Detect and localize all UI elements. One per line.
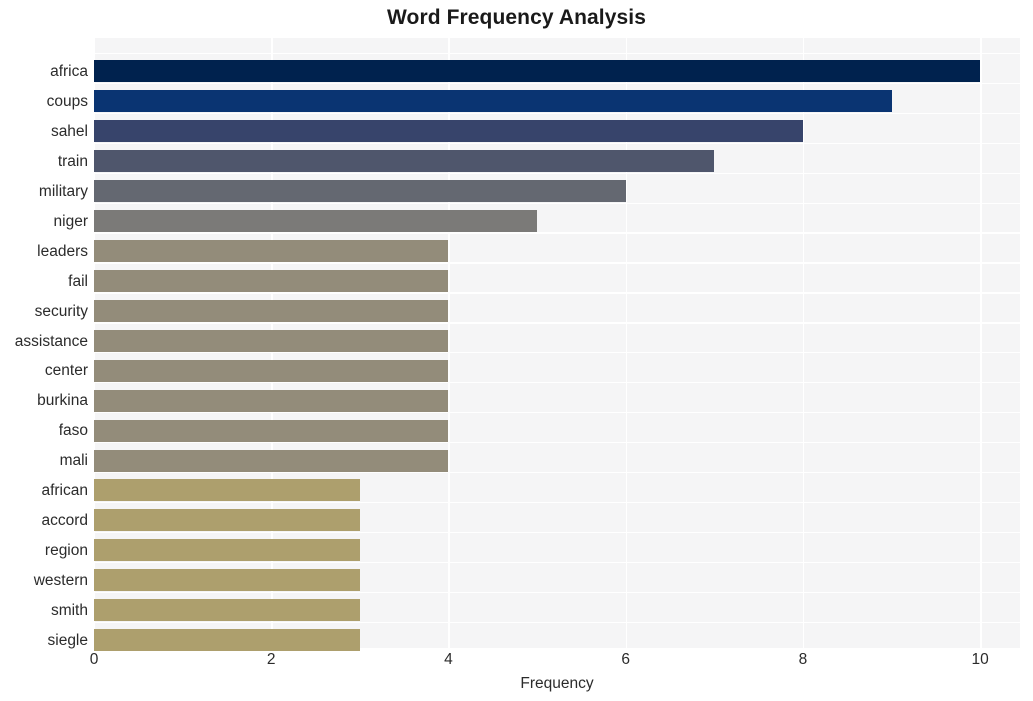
bar-security [94, 299, 449, 322]
bar-western [94, 569, 360, 592]
y-tick-label-faso: faso [58, 422, 88, 440]
bar-military [94, 179, 626, 202]
y-tick-label-african: african [41, 482, 88, 500]
y-tick-label-region: region [44, 542, 88, 560]
bar-row [94, 596, 1020, 625]
y-tick-label-leaders: leaders [37, 242, 88, 260]
x-tick-label-10: 10 [971, 651, 989, 668]
bar-assistance [94, 329, 449, 352]
gridline-y [94, 52, 1020, 54]
bar-row [94, 177, 1020, 206]
x-tick-label-0: 0 [89, 651, 99, 668]
bar-niger [94, 209, 538, 232]
bar-row [94, 626, 1020, 655]
y-tick-label-africa: africa [50, 63, 88, 80]
bar-coups [94, 90, 892, 113]
y-tick-label-fail: fail [68, 272, 88, 290]
bar-row [94, 386, 1020, 415]
bar-smith [94, 599, 360, 622]
y-tick-label-smith: smith [50, 602, 88, 620]
y-tick-label-train: train [57, 152, 88, 170]
y-tick-label-accord: accord [41, 512, 88, 530]
chart-title: Word Frequency Analysis [386, 6, 647, 29]
y-tick-label-sahel: sahel [50, 122, 88, 140]
y-tick-label-security: security [34, 302, 88, 320]
bar-mali [94, 449, 449, 472]
bar-row [94, 117, 1020, 146]
bar-row [94, 297, 1020, 326]
bar-row [94, 416, 1020, 445]
bar-african [94, 479, 360, 502]
y-tick-label-assistance: assistance [14, 332, 88, 350]
bar-fail [94, 269, 449, 292]
bar-leaders [94, 239, 449, 262]
bar-row [94, 267, 1020, 296]
bar-row [94, 147, 1020, 176]
y-tick-label-niger: niger [53, 212, 88, 230]
bar-row [94, 536, 1020, 565]
bar-row [94, 476, 1020, 505]
bar-region [94, 539, 360, 562]
bar-faso [94, 419, 449, 442]
bar-row [94, 207, 1020, 236]
bar-accord [94, 509, 360, 532]
y-tick-label-coups: coups [46, 92, 88, 110]
y-tick-label-burkina: burkina [37, 392, 88, 410]
y-tick-label-siegle: siegle [47, 632, 89, 649]
word-frequency-chart: Word Frequency Analysis africa coups sahel… [0, 0, 1033, 701]
bar-row [94, 87, 1020, 116]
y-tick-label-western: western [33, 572, 88, 590]
bar-sahel [94, 120, 803, 143]
y-tick-label-mali: mali [59, 452, 88, 470]
y-tick-label-military: military [38, 182, 88, 200]
bar-burkina [94, 389, 449, 412]
bar-siegle [94, 629, 360, 652]
x-tick-label-2: 2 [266, 651, 276, 668]
x-tick-label-8: 8 [798, 651, 808, 668]
bar-row [94, 237, 1020, 266]
bar-africa [94, 60, 981, 83]
plot-area [94, 38, 1020, 652]
bar-center [94, 359, 449, 382]
bar-row [94, 506, 1020, 535]
x-axis-label: Frequency [520, 675, 594, 692]
bar-train [94, 150, 715, 173]
bar-row [94, 446, 1020, 475]
x-tick-label-4: 4 [444, 651, 453, 668]
y-tick-label-center: center [44, 362, 88, 380]
bar-row [94, 566, 1020, 595]
x-tick-label-6: 6 [621, 651, 630, 668]
bar-row [94, 356, 1020, 385]
bar-row [94, 327, 1020, 356]
bar-row [94, 57, 1020, 86]
